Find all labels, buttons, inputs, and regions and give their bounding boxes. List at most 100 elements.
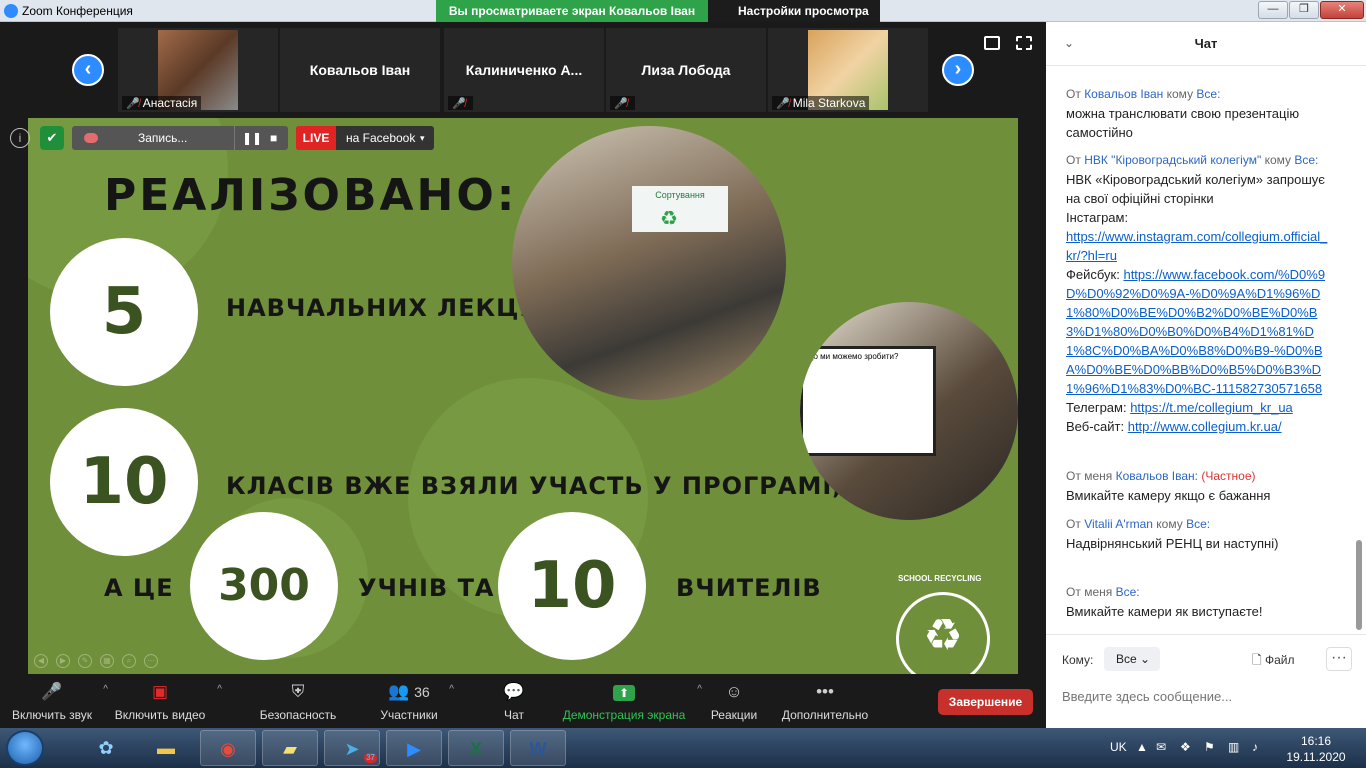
caret-down-icon[interactable]: ▾ (420, 126, 425, 150)
reactions-button[interactable]: ☺ Реакции (708, 682, 760, 726)
participant-tile-1[interactable]: 🎤̸ Анастасія (118, 28, 278, 112)
chat-message-input[interactable] (1062, 683, 1352, 709)
file-button[interactable]: 🗋 Файл (1252, 651, 1295, 672)
stat-circle-teachers: 10 (498, 512, 646, 660)
participant-tile-4[interactable]: Лиза Лобода 🎤̸ (606, 28, 766, 112)
end-meeting-button[interactable]: Завершение (938, 689, 1033, 715)
minimize-button[interactable]: — (1258, 1, 1288, 19)
chevron-right-icon: › (954, 58, 962, 80)
stat-prefix: А ЦЕ (104, 574, 174, 602)
clock[interactable]: 16:16 19.11.2020 (1286, 733, 1346, 765)
dropbox-icon[interactable]: ❖ (1180, 740, 1191, 754)
word-icon[interactable]: W (510, 730, 566, 766)
file-label: Файл (1265, 653, 1295, 667)
title-bar: Zoom Конференция Вы просматриваете экран… (0, 0, 1366, 40)
message-text: Веб-сайт: http://www.collegium.kr.ua/ (1066, 417, 1332, 436)
stat-caption-teachers: ВЧИТЕЛІВ (676, 574, 822, 602)
layout-toggle-icon[interactable] (984, 36, 1000, 50)
stop-record-button[interactable]: ■ (270, 126, 277, 150)
window-title: Zoom Конференция (22, 4, 133, 18)
shared-slide: РЕАЛІЗОВАНО: 5 НАВЧАЛЬНИХ ЛЕКЦІЙ 10 КЛАС… (28, 118, 1018, 674)
slide-photo-students: Сортування ♻ (512, 126, 786, 400)
website-link[interactable]: http://www.collegium.kr.ua/ (1128, 419, 1282, 434)
view-options-button[interactable]: Настройки просмотра ⌄ (708, 0, 880, 40)
chat-message: От меня Ковальов Іван: (Частное) Вмикайт… (1066, 468, 1332, 505)
volume-icon[interactable]: ♪ (1252, 740, 1258, 754)
slide-next-icon[interactable]: ▶ (56, 654, 70, 668)
participant-tile-5[interactable]: 🎤̸ Mila Starkova (768, 28, 928, 112)
share-screen-button[interactable]: ⬆ Демонстрация экрана ^ (560, 682, 702, 726)
maximize-button[interactable]: ❐ (1289, 1, 1319, 19)
participants-label: Участники (380, 708, 438, 722)
tray-apps-icon[interactable]: ✉ (1156, 740, 1166, 754)
chat-title: Чат (1194, 36, 1218, 51)
pause-record-button[interactable]: ❚❚ (242, 126, 262, 150)
start-video-button[interactable]: ▣ Включить видео ^ (112, 682, 222, 726)
facebook-link[interactable]: https://www.facebook.com/%D0%9D%D0%92%D0… (1066, 267, 1325, 396)
chat-message: От НВК "Кіровоградський колегіум" кому В… (1066, 152, 1332, 436)
zoom-taskbar-icon[interactable]: ▶ (386, 730, 442, 766)
chat-more-button[interactable]: ··· (1326, 647, 1352, 671)
more-button[interactable]: ••• Дополнительно (778, 682, 872, 726)
message-text: Телеграм: https://t.me/collegium_kr_ua (1066, 398, 1332, 417)
sender[interactable]: НВК "Кіровоградський колегіум" (1084, 153, 1261, 167)
sticky-notes-icon[interactable]: ▰ (262, 730, 318, 766)
strip-prev-button[interactable]: ‹ (72, 54, 104, 86)
tray-chevron-icon[interactable]: ▲ (1136, 740, 1148, 754)
fullscreen-icon[interactable] (1016, 36, 1032, 50)
strip-next-button[interactable]: › (942, 54, 974, 86)
caret-up-icon[interactable]: ^ (697, 684, 702, 695)
unmute-label: Включить звук (11, 708, 93, 722)
chat-button[interactable]: 💬 Чат (496, 682, 532, 726)
participant-name: Анастасія (142, 96, 198, 110)
sender[interactable]: Vitalii A'rman (1084, 517, 1153, 531)
chrome-icon[interactable]: ◉ (200, 730, 256, 766)
participants-button[interactable]: 👥 36 Участники ^ (378, 682, 454, 726)
message-text: НВК «Кіровоградський колегіум» запрошує … (1066, 172, 1325, 206)
network-icon[interactable]: ▥ (1228, 740, 1239, 754)
recipient[interactable]: Ковальов Іван: (1116, 469, 1198, 483)
paint-app-icon[interactable]: ✿ (78, 730, 134, 766)
caret-up-icon[interactable]: ^ (449, 684, 454, 695)
zoom-app-icon (4, 4, 18, 18)
from-prefix: От (1066, 585, 1081, 599)
sender[interactable]: Ковальов Іван (1084, 87, 1163, 101)
slide-options-icon[interactable]: ⋯ (144, 654, 158, 668)
flag-icon[interactable]: ⚑ (1204, 740, 1215, 754)
close-window-button[interactable]: ✕ (1320, 1, 1364, 19)
telegram-link[interactable]: https://t.me/collegium_kr_ua (1130, 400, 1293, 415)
live-target: на Facebook (346, 131, 416, 145)
language-indicator[interactable]: UK (1110, 740, 1127, 754)
participant-tile-2[interactable]: Ковальов Іван (280, 28, 440, 112)
stat-circle-students: 300 (190, 512, 338, 660)
message-header: От меня Все: (1066, 584, 1332, 600)
unmute-button[interactable]: 🎤 Включить звук ^ (10, 682, 108, 726)
instagram-link[interactable]: https://www.instagram.com/collegium.offi… (1066, 229, 1327, 263)
explorer-folder-icon[interactable]: ▬ (138, 730, 194, 766)
slides-grid-icon[interactable]: ▦ (100, 654, 114, 668)
security-button[interactable]: ⛨ Безопасность (258, 682, 338, 726)
stat-caption-students: УЧНІВ ТА (358, 574, 495, 602)
live-stream-bar[interactable]: LIVE на Facebook ▾ (296, 126, 434, 150)
mic-muted-icon: 🎤̸ (776, 98, 790, 110)
zoom-slide-icon[interactable]: ⌕ (122, 654, 136, 668)
info-icon[interactable]: i (10, 128, 30, 148)
participant-name: Ковальов Іван (309, 62, 411, 78)
message-text: можна транслювати свою презентацію самос… (1066, 106, 1300, 140)
caret-up-icon[interactable]: ^ (103, 684, 108, 695)
start-button[interactable] (6, 730, 44, 766)
excel-icon[interactable]: X (448, 730, 504, 766)
slide-prev-icon[interactable]: ◀ (34, 654, 48, 668)
pen-icon[interactable]: ✎ (78, 654, 92, 668)
video-label: Включить видео (114, 708, 206, 722)
encryption-shield-icon[interactable]: ✔ (40, 126, 64, 150)
divider (234, 126, 235, 150)
chat-scrollbar[interactable] (1356, 540, 1362, 630)
recipient-select[interactable]: Все ⌄ (1104, 647, 1160, 671)
meeting-toolbar: 🎤 Включить звук ^ ▣ Включить видео ^ ⛨ Безопа… (0, 674, 1046, 728)
telegram-icon[interactable]: ➤ 37 (324, 730, 380, 766)
stat-circle-classes: 10 (50, 408, 198, 556)
caret-up-icon[interactable]: ^ (217, 684, 222, 695)
share-label: Демонстрация экрана (562, 708, 686, 722)
participant-tile-3[interactable]: Калиниченко А... 🎤̸ (444, 28, 604, 112)
